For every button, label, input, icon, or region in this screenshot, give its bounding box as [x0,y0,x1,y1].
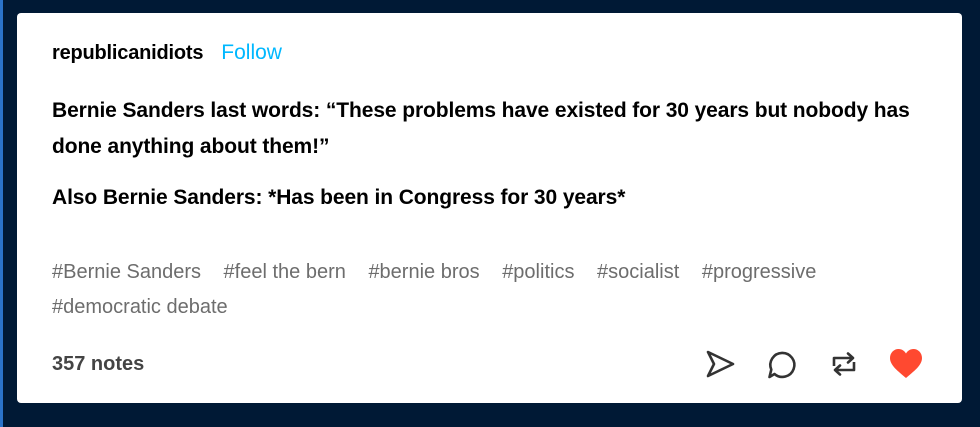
heart-icon [890,349,922,378]
tag-link[interactable]: #socialist [597,261,679,283]
tag-link[interactable]: #progressive [702,261,817,283]
reblog-icon [832,352,856,376]
post-text-paragraph: Bernie Sanders last words: “These proble… [52,99,910,158]
reply-button[interactable] [764,346,800,382]
post-header: republicanidiots Follow [52,40,282,66]
window-left-border [0,0,3,427]
post-actions [676,346,924,382]
post-card: republicanidiots Follow Bernie Sanders l… [17,13,962,403]
tag-link[interactable]: #bernie bros [368,261,479,283]
reply-icon [768,351,796,379]
notes-count[interactable]: 357 notes [52,353,144,376]
blog-name-link[interactable]: republicanidiots [52,42,203,65]
post-text-paragraph: Also Bernie Sanders: *Has been in Congre… [52,186,626,209]
share-icon [706,350,735,378]
share-button[interactable] [702,346,738,382]
like-button[interactable] [888,346,924,382]
post-footer: 357 notes [52,345,924,383]
reblog-button[interactable] [826,346,862,382]
follow-button[interactable]: Follow [221,41,282,65]
tag-list: #Bernie Sanders #feel the bern #bernie b… [52,255,932,325]
tag-link[interactable]: #democratic debate [52,296,228,318]
post-body: Bernie Sanders last words: “These proble… [52,93,952,216]
tag-link[interactable]: #Bernie Sanders [52,261,201,283]
tag-link[interactable]: #feel the bern [224,261,346,283]
tag-link[interactable]: #politics [502,261,574,283]
